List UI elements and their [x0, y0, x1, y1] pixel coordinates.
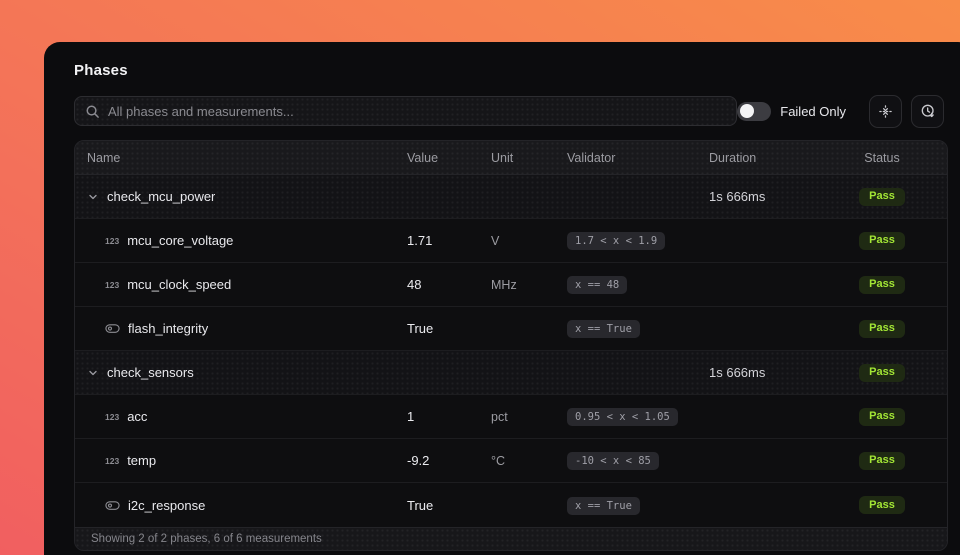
table-body: check_mcu_power 1s 666ms Pass 123 mcu_core_v… — [75, 175, 947, 527]
value-cell: 1.71 — [407, 233, 491, 248]
status-badge: Pass — [859, 364, 905, 382]
status-cell: Pass — [833, 364, 931, 382]
value-cell: -9.2 — [407, 453, 491, 468]
search-input[interactable] — [108, 104, 726, 119]
search-box[interactable] — [74, 96, 737, 126]
validator-chip: x == True — [567, 320, 640, 338]
value-cell: 48 — [407, 277, 491, 292]
boolean-toggle-icon — [105, 500, 120, 511]
validator-chip: 0.95 < x < 1.05 — [567, 408, 678, 426]
measurement-name: acc — [127, 409, 147, 424]
table-footer: Showing 2 of 2 phases, 6 of 6 measuremen… — [75, 527, 947, 550]
duration-cell: 1s 666ms — [709, 189, 833, 204]
status-badge: Pass — [859, 496, 905, 514]
value-cell: 1 — [407, 409, 491, 424]
status-badge: Pass — [859, 408, 905, 426]
name-cell: flash_integrity — [87, 321, 407, 336]
column-header-validator: Validator — [567, 151, 709, 165]
column-header-status: Status — [833, 151, 931, 165]
value-cell: True — [407, 498, 491, 513]
status-cell: Pass — [833, 320, 931, 338]
validator-cell: 1.7 < x < 1.9 — [567, 231, 709, 250]
name-cell: check_mcu_power — [87, 189, 407, 204]
measurement-name: i2c_response — [128, 498, 205, 513]
status-badge: Pass — [859, 276, 905, 294]
table-header: Name Value Unit Validator Duration Statu… — [75, 141, 947, 175]
validator-chip: -10 < x < 85 — [567, 452, 659, 470]
history-button[interactable] — [911, 95, 944, 128]
page-title: Phases — [74, 62, 944, 79]
unit-cell: °C — [491, 454, 567, 468]
measurement-row[interactable]: 123 temp -9.2°C-10 < x < 85 Pass — [75, 439, 947, 483]
status-cell: Pass — [833, 188, 931, 206]
toolbar-controls: Failed Only — [737, 95, 944, 128]
status-cell: Pass — [833, 452, 931, 470]
measurement-name: mcu_core_voltage — [127, 233, 233, 248]
column-header-unit: Unit — [491, 151, 567, 165]
measurement-row[interactable]: 123 mcu_clock_speed 48MHzx == 48 Pass — [75, 263, 947, 307]
validator-cell: 0.95 < x < 1.05 — [567, 407, 709, 426]
numeric-measurement-icon: 123 — [105, 280, 119, 290]
fold-vertical-icon — [878, 104, 893, 119]
name-cell: 123 temp — [87, 453, 407, 468]
name-cell: check_sensors — [87, 365, 407, 380]
validator-cell: x == 48 — [567, 275, 709, 294]
chevron-down-icon[interactable] — [87, 191, 99, 203]
validator-cell: -10 < x < 85 — [567, 451, 709, 470]
name-cell: i2c_response — [87, 498, 407, 513]
failed-only-toggle[interactable] — [737, 102, 771, 121]
measurement-row[interactable]: i2c_response True x == True Pass — [75, 483, 947, 527]
status-badge: Pass — [859, 232, 905, 250]
numeric-measurement-icon: 123 — [105, 412, 119, 422]
numeric-measurement-icon: 123 — [105, 456, 119, 466]
column-header-name: Name — [87, 151, 407, 165]
measurement-name: flash_integrity — [128, 321, 208, 336]
boolean-toggle-icon — [105, 323, 120, 334]
value-cell: True — [407, 321, 491, 336]
name-cell: 123 acc — [87, 409, 407, 424]
status-badge: Pass — [859, 320, 905, 338]
numeric-measurement-icon: 123 — [105, 236, 119, 246]
measurement-row[interactable]: 123 mcu_core_voltage 1.71V1.7 < x < 1.9 Pas… — [75, 219, 947, 263]
duration-cell: 1s 666ms — [709, 365, 833, 380]
search-icon — [85, 104, 100, 119]
name-cell: 123 mcu_clock_speed — [87, 277, 407, 292]
validator-cell: x == True — [567, 496, 709, 515]
phase-name: check_sensors — [107, 365, 194, 380]
name-cell: 123 mcu_core_voltage — [87, 233, 407, 248]
measurement-name: mcu_clock_speed — [127, 277, 231, 292]
validator-cell: x == True — [567, 319, 709, 338]
column-header-value: Value — [407, 151, 491, 165]
measurement-row[interactable]: flash_integrity True x == True Pass — [75, 307, 947, 351]
validator-chip: 1.7 < x < 1.9 — [567, 232, 665, 250]
phase-row[interactable]: check_sensors 1s 666ms Pass — [75, 351, 947, 395]
status-cell: Pass — [833, 408, 931, 426]
status-badge: Pass — [859, 452, 905, 470]
toolbar: Failed Only — [74, 94, 944, 128]
measurement-name: temp — [127, 453, 156, 468]
validator-chip: x == True — [567, 497, 640, 515]
chevron-down-icon[interactable] — [87, 367, 99, 379]
phase-name: check_mcu_power — [107, 189, 215, 204]
toggle-knob — [740, 104, 754, 118]
status-badge: Pass — [859, 188, 905, 206]
validator-chip: x == 48 — [567, 276, 627, 294]
status-cell: Pass — [833, 496, 931, 514]
measurement-row[interactable]: 123 acc 1pct0.95 < x < 1.05 Pass — [75, 395, 947, 439]
status-cell: Pass — [833, 232, 931, 250]
unit-cell: MHz — [491, 278, 567, 292]
clock-history-icon — [920, 103, 936, 119]
status-cell: Pass — [833, 276, 931, 294]
phases-panel: Phases Failed Only — [44, 42, 960, 555]
phase-row[interactable]: check_mcu_power 1s 666ms Pass — [75, 175, 947, 219]
results-summary: Showing 2 of 2 phases, 6 of 6 measuremen… — [91, 533, 322, 545]
unit-cell: V — [491, 234, 567, 248]
collapse-all-button[interactable] — [869, 95, 902, 128]
failed-only-label: Failed Only — [780, 104, 846, 119]
phases-table: Name Value Unit Validator Duration Statu… — [74, 140, 948, 551]
column-header-duration: Duration — [709, 151, 833, 165]
unit-cell: pct — [491, 410, 567, 424]
